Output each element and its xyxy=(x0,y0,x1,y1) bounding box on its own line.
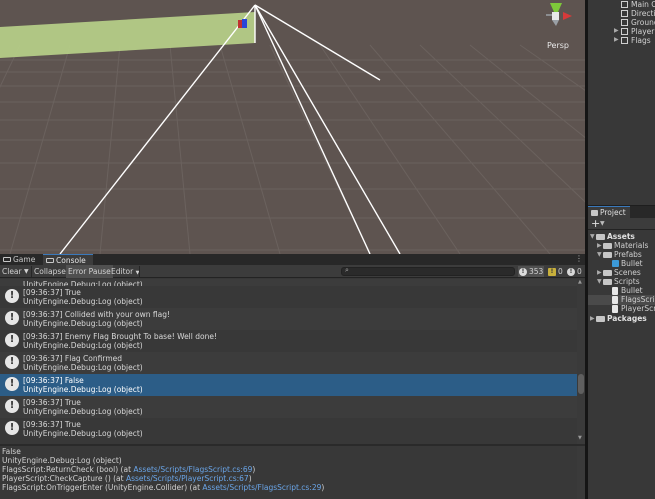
console-log-list[interactable]: UnityEngine.Debug:Log (object) ! [09:36:… xyxy=(0,279,577,444)
info-icon: ! xyxy=(5,333,19,347)
expand-arrow-icon[interactable]: ▶ xyxy=(590,315,595,322)
console-tabbar: Game Console ⋮ xyxy=(0,254,585,265)
log-entry-selected[interactable]: ! [09:36:37] False UnityEngine.Debug:Log… xyxy=(0,374,577,396)
gameobject-icon xyxy=(621,28,628,35)
folder-icon xyxy=(596,316,605,322)
info-icon: ! xyxy=(5,289,19,303)
editor-dropdown[interactable]: Editor ▼ xyxy=(109,265,141,278)
info-icon: ! xyxy=(519,268,527,276)
folder-icon xyxy=(596,234,605,240)
info-icon: ! xyxy=(5,311,19,325)
console-detail-pane[interactable]: False UnityEngine.Debug:Log (object) Fla… xyxy=(0,446,585,499)
clear-button[interactable]: Clear xyxy=(0,265,24,278)
info-icon: ! xyxy=(5,355,19,369)
console-panel[interactable]: Game Console ⋮ Clear ▼ Collapse Error Pa… xyxy=(0,254,585,499)
warning-icon: ! xyxy=(548,268,556,276)
log-entry[interactable]: ! [09:36:37] True UnityEngine.Debug:Log … xyxy=(0,286,577,308)
source-link[interactable]: Assets/Scripts/FlagsScript.cs:69 xyxy=(133,465,252,474)
gameobject-icon xyxy=(621,1,628,8)
source-link[interactable]: Assets/Scripts/FlagsScript.cs:29 xyxy=(202,483,321,492)
console-scrollbar[interactable]: ▲ ▼ xyxy=(577,279,585,444)
error-pause-button[interactable]: Error Pause xyxy=(66,265,113,278)
detail-stack-line: FlagsScript:OnTriggerEnter (UnityEngine.… xyxy=(2,483,324,492)
log-entry[interactable]: ! [09:36:37] True UnityEngine.Debug:Log … xyxy=(0,396,577,418)
script-file-icon xyxy=(612,305,618,313)
gameobject-icon xyxy=(621,10,628,17)
tab-game[interactable]: Game xyxy=(0,254,42,265)
hierarchy-panel[interactable]: Main Ca Directio Ground ▶ PlayerE ▶ Flag… xyxy=(588,0,655,205)
warning-count-toggle[interactable]: ! 0 xyxy=(547,266,565,277)
log-entry[interactable]: ! [09:36:37] Enemy Flag Brought To base!… xyxy=(0,330,577,352)
scroll-down-icon[interactable]: ▼ xyxy=(578,435,582,441)
folder-icon xyxy=(603,252,612,258)
hierarchy-item-flags[interactable]: ▶ Flags xyxy=(588,36,655,46)
info-icon: ! xyxy=(5,377,19,391)
expand-arrow-icon[interactable]: ▼ xyxy=(597,251,602,258)
console-icon xyxy=(46,258,54,263)
folder-icon xyxy=(603,270,612,276)
gamepad-icon xyxy=(3,257,11,262)
toolbar-divider xyxy=(139,266,140,277)
detail-message: False xyxy=(2,447,21,456)
scroll-up-icon[interactable]: ▲ xyxy=(578,279,582,285)
project-item-packages[interactable]: ▶ Packages xyxy=(588,314,655,324)
log-entry[interactable]: ! [09:36:37] Flag Confirmed UnityEngine.… xyxy=(0,352,577,374)
script-file-icon xyxy=(612,287,618,295)
detail-stack-line: PlayerScript:CheckCapture () (at Assets/… xyxy=(2,474,252,483)
log-count-toggle[interactable]: ! 353 xyxy=(518,266,544,277)
script-file-icon xyxy=(612,296,618,304)
log-entry[interactable]: ! [09:36:37] True UnityEngine.Debug:Log … xyxy=(0,418,577,440)
clear-options-icon[interactable]: ▼ xyxy=(22,265,31,278)
chevron-down-icon[interactable]: ▼ xyxy=(600,220,605,227)
expand-arrow-icon[interactable]: ▼ xyxy=(597,278,602,285)
more-options-icon[interactable]: ⋮ xyxy=(575,254,583,263)
scene-gizmo[interactable] xyxy=(546,3,572,26)
folder-icon xyxy=(591,210,598,216)
player-object[interactable] xyxy=(238,19,247,28)
projection-label[interactable]: Persp xyxy=(547,41,569,50)
detail-stack-line: UnityEngine.Debug:Log (object) xyxy=(2,456,122,465)
folder-icon xyxy=(603,279,612,285)
scene-grid xyxy=(0,45,585,254)
source-link[interactable]: Assets/Scripts/PlayerScript.cs:67 xyxy=(126,474,249,483)
expand-arrow-icon[interactable]: ▼ xyxy=(590,233,595,240)
tab-console[interactable]: Console xyxy=(43,254,93,265)
gameobject-icon xyxy=(621,19,628,26)
error-icon: ! xyxy=(567,268,575,276)
info-icon: ! xyxy=(5,421,19,435)
project-panel[interactable]: Project + ▼ ▼ Assets ▶ Materials ▼ Prefa… xyxy=(588,206,655,499)
folder-icon xyxy=(603,243,612,249)
ground-plane xyxy=(0,12,255,58)
collapse-button[interactable]: Collapse xyxy=(32,265,68,278)
prefab-icon xyxy=(612,260,619,267)
detail-scrollbar[interactable] xyxy=(577,446,585,499)
project-toolbar: + ▼ xyxy=(588,218,655,230)
expand-arrow-icon[interactable]: ▶ xyxy=(597,269,602,276)
gameobject-icon xyxy=(621,37,628,44)
console-toolbar: Clear ▼ Collapse Error Pause Editor ▼ ⌕ … xyxy=(0,265,585,278)
scene-canvas[interactable] xyxy=(0,0,585,254)
expand-arrow-icon[interactable]: ▶ xyxy=(614,36,619,43)
project-item-playerscript[interactable]: PlayerScri xyxy=(588,304,655,314)
info-icon: ! xyxy=(5,399,19,413)
detail-stack-line: FlagsScript:ReturnCheck (bool) (at Asset… xyxy=(2,465,255,474)
expand-arrow-icon[interactable]: ▶ xyxy=(597,242,602,249)
error-count-toggle[interactable]: ! 0 xyxy=(566,266,584,277)
log-entry[interactable]: ! [09:36:37] Collided with your own flag… xyxy=(0,308,577,330)
expand-arrow-icon[interactable]: ▶ xyxy=(614,27,619,34)
add-asset-button[interactable]: + xyxy=(591,217,600,230)
scrollbar-thumb[interactable] xyxy=(578,374,584,394)
search-icon: ⌕ xyxy=(345,266,349,275)
scene-view[interactable]: Persp xyxy=(0,0,585,254)
search-input[interactable]: ⌕ xyxy=(341,267,515,276)
